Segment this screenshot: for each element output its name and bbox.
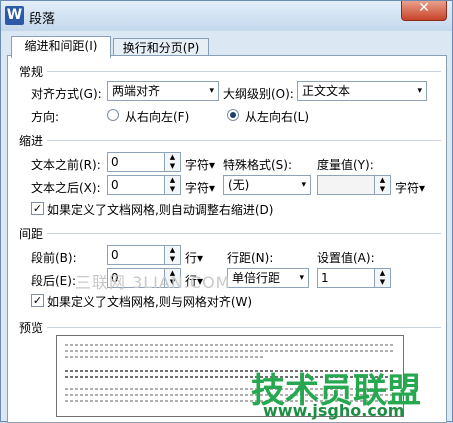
section-general-title: 常规 xyxy=(19,65,44,79)
ltr-radio[interactable] xyxy=(227,109,239,121)
dropdown-arrow-icon: ▾ xyxy=(209,86,214,96)
alignment-value: 两端对齐 xyxy=(112,84,161,98)
spin-down-icon: ▼ xyxy=(169,255,176,263)
watermark-jsgho-url: www.jsgho.com xyxy=(263,401,405,420)
alignment-select[interactable]: 两端对齐 ▾ xyxy=(107,81,219,101)
preview-line xyxy=(65,356,265,358)
auto-adjust-label: 如果定义了文档网格,则自动调整右缩进(D) xyxy=(47,203,274,217)
check-icon: ✓ xyxy=(32,202,43,215)
outline-level-label: 大纲级别(O): xyxy=(223,87,294,101)
grid-align-checkbox[interactable]: ✓ xyxy=(31,294,44,307)
outline-level-select[interactable]: 正文文本 ▾ xyxy=(297,81,427,101)
dropdown-arrow-icon: ▾ xyxy=(301,180,306,190)
indent-after-input[interactable]: 0 xyxy=(107,175,165,195)
section-indent-title: 缩进 xyxy=(19,134,44,148)
space-before-unit[interactable]: 行▾ xyxy=(185,249,203,266)
spin-up-icon: ▲ xyxy=(169,246,176,254)
special-format-label: 特殊格式(S): xyxy=(223,158,293,172)
preview-line xyxy=(65,344,395,346)
auto-adjust-checkbox[interactable]: ✓ xyxy=(31,202,44,215)
space-before-input[interactable]: 0 xyxy=(107,245,165,265)
divider xyxy=(47,327,441,328)
measure-unit[interactable]: 字符▾ xyxy=(395,179,425,196)
spin-up-icon: ▲ xyxy=(379,269,386,277)
indent-before-unit[interactable]: 字符▾ xyxy=(185,156,215,173)
divider xyxy=(47,140,441,141)
measure-spinner[interactable]: ▲ ▼ xyxy=(375,175,391,195)
dropdown-arrow-icon: ▾ xyxy=(419,181,426,195)
section-preview-title: 预览 xyxy=(19,321,44,335)
space-before-label: 段前(B): xyxy=(31,251,77,265)
line-spacing-value: 单倍行距 xyxy=(232,271,281,285)
setting-value-label: 设置值(A): xyxy=(317,251,375,265)
setting-value-spinner[interactable]: ▲ ▼ xyxy=(375,268,391,288)
indent-after-label: 文本之后(X): xyxy=(31,181,101,195)
section-spacing-title: 间距 xyxy=(19,227,44,241)
paragraph-dialog: W 段落 ✕ 缩进和间距(I) 换行和分页(P) 常规 对齐方式(G): 两端对… xyxy=(0,0,453,423)
tab-label: 换行和分页(P) xyxy=(122,41,200,55)
line-spacing-label: 行距(N): xyxy=(227,251,274,265)
alignment-label: 对齐方式(G): xyxy=(31,87,102,101)
indent-before-spinner[interactable]: ▲ ▼ xyxy=(165,152,181,172)
outline-level-value: 正文文本 xyxy=(302,84,351,98)
dropdown-arrow-icon: ▾ xyxy=(197,251,204,265)
indent-after-spinner[interactable]: ▲ ▼ xyxy=(165,175,181,195)
tab-label: 缩进和间距(I) xyxy=(24,39,98,53)
preview-line xyxy=(65,350,395,352)
spin-down-icon: ▼ xyxy=(379,185,386,193)
measure-input[interactable] xyxy=(317,175,375,195)
close-button[interactable]: ✕ xyxy=(401,0,447,21)
indent-before-input[interactable]: 0 xyxy=(107,152,165,172)
title-bar: W 段落 ✕ xyxy=(1,0,452,31)
dialog-title: 段落 xyxy=(29,12,56,27)
space-after-label: 段后(E): xyxy=(31,274,76,288)
setting-value-input[interactable]: 1 xyxy=(317,268,375,288)
direction-label: 方向: xyxy=(31,110,60,124)
spin-up-icon: ▲ xyxy=(379,176,386,184)
watermark-3lian: 三联网 3LIAN.COM xyxy=(75,273,231,292)
spin-down-icon: ▼ xyxy=(379,278,386,286)
ltr-label: 从左向右(L) xyxy=(245,110,310,124)
spin-down-icon: ▼ xyxy=(169,185,176,193)
rtl-radio[interactable] xyxy=(107,109,119,121)
divider xyxy=(47,233,441,234)
dropdown-arrow-icon: ▾ xyxy=(417,86,422,96)
special-format-select[interactable]: (无) ▾ xyxy=(223,175,311,195)
rtl-label: 从右向左(F) xyxy=(125,110,190,124)
dropdown-arrow-icon: ▾ xyxy=(209,158,216,172)
special-format-value: (无) xyxy=(228,178,250,192)
spin-up-icon: ▲ xyxy=(169,153,176,161)
wps-writer-icon: W xyxy=(5,6,24,25)
spin-down-icon: ▼ xyxy=(169,162,176,170)
measure-label: 度量值(Y): xyxy=(317,158,374,172)
dropdown-arrow-icon: ▾ xyxy=(209,181,216,195)
indent-after-unit[interactable]: 字符▾ xyxy=(185,179,215,196)
grid-align-label: 如果定义了文档网格,则与网格对齐(W) xyxy=(47,295,253,309)
tab-indent-spacing[interactable]: 缩进和间距(I) xyxy=(11,36,111,58)
spin-up-icon: ▲ xyxy=(169,176,176,184)
line-spacing-select[interactable]: 单倍行距 ▾ xyxy=(227,268,309,288)
indent-before-label: 文本之前(R): xyxy=(31,158,101,172)
dropdown-arrow-icon: ▾ xyxy=(299,273,304,283)
close-icon: ✕ xyxy=(418,0,430,16)
divider xyxy=(47,71,441,72)
check-icon: ✓ xyxy=(32,294,43,307)
space-before-spinner[interactable]: ▲ ▼ xyxy=(165,245,181,265)
